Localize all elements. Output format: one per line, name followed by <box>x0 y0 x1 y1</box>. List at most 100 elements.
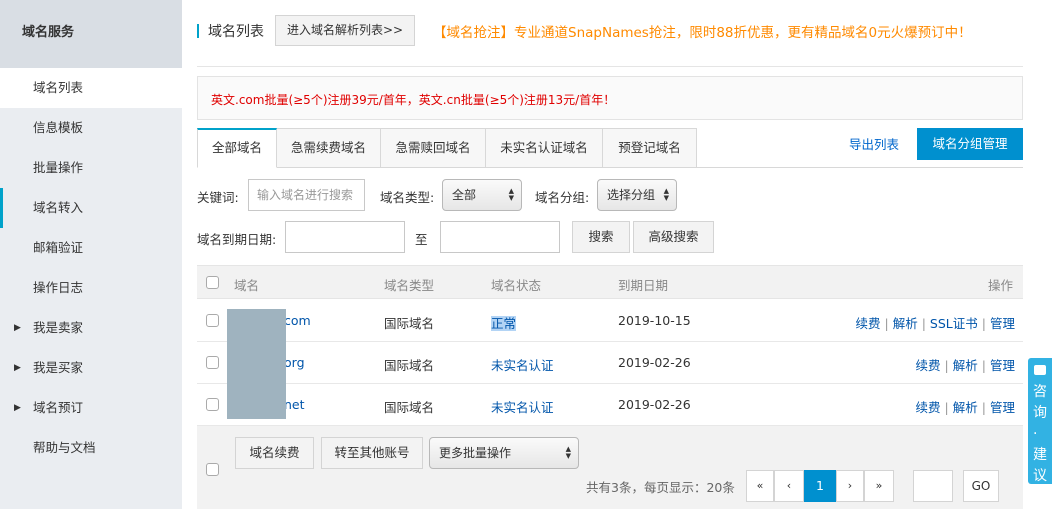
tab-unverified[interactable]: 未实名认证域名 <box>486 128 603 168</box>
table-row: net 国际域名 未实名认证 2019-02-26 续费 | 解析 | 管理 <box>197 384 1023 426</box>
pager-current[interactable]: 1 <box>804 470 836 502</box>
dns-list-button[interactable]: 进入域名解析列表>> <box>275 15 415 46</box>
row-action-link[interactable]: SSL证书 <box>930 316 978 331</box>
expand-arrow-icon: ▶ <box>14 403 21 413</box>
expire-date: 2019-02-26 <box>618 355 691 370</box>
row-checkbox[interactable] <box>206 398 219 411</box>
sidebar-item-label: 域名转入 <box>33 200 84 215</box>
sidebar-item-8[interactable]: ▶ 域名预订 <box>0 388 182 428</box>
row-action-link[interactable]: 续费 <box>855 316 880 331</box>
col-expire: 到期日期 <box>618 278 669 293</box>
more-batch-ops-value: 更多批量操作 <box>439 446 512 460</box>
batch-renew-button[interactable]: 域名续费 <box>235 437 314 469</box>
tab-all[interactable]: 全部域名 <box>197 128 277 168</box>
domain-status[interactable]: 未实名认证 <box>491 397 554 416</box>
page-go-button[interactable]: GO <box>963 470 999 502</box>
feedback-float-button[interactable]: 咨询 · 建议 <box>1028 358 1052 484</box>
table-row: com 国际域名 正常 2019-10-15 续费 | 解析 | SSL证书 | 管理 <box>197 300 1023 342</box>
more-batch-ops-select[interactable]: 更多批量操作 ▲ ▼ <box>429 437 579 469</box>
pager-first[interactable]: « <box>746 470 774 502</box>
domain-name-redaction <box>227 309 286 419</box>
sidebar-item-7[interactable]: ▶ 我是买家 <box>0 348 182 388</box>
row-action-link[interactable]: 续费 <box>916 358 941 373</box>
keyword-label: 关键词: <box>197 190 239 205</box>
group-select[interactable]: 选择分组 ▲ ▼ <box>597 179 677 211</box>
row-action-link[interactable]: 续费 <box>916 400 941 415</box>
sidebar-item-4[interactable]: 邮箱验证 <box>0 228 182 268</box>
pager-prev[interactable]: ‹ <box>774 470 804 502</box>
notice-text: 英文.com批量(≥5个)注册39元/首年，英文.cn批量(≥5个)注册13元/… <box>211 93 616 107</box>
sidebar-item-1[interactable]: 信息模板 <box>0 108 182 148</box>
tab-preregistered[interactable]: 预登记域名 <box>603 128 697 168</box>
row-action-link[interactable]: 解析 <box>893 316 918 331</box>
keyword-input[interactable]: 输入域名进行搜索 <box>248 179 365 211</box>
sidebar-item-5[interactable]: 操作日志 <box>0 268 182 308</box>
domain-name-link[interactable]: net <box>284 397 305 412</box>
domain-name-link[interactable]: org <box>284 355 305 370</box>
sidebar-item-9[interactable]: 帮助与文档 <box>0 428 182 468</box>
transfer-account-button[interactable]: 转至其他账号 <box>321 437 423 469</box>
export-list-link[interactable]: 导出列表 <box>849 134 899 153</box>
feedback-char: 询 <box>1033 405 1047 421</box>
domain-status[interactable]: 正常 <box>491 313 517 332</box>
feedback-char: 建 <box>1033 447 1047 463</box>
row-action-link[interactable]: 管理 <box>990 316 1015 331</box>
action-separator: | <box>981 358 986 373</box>
domain-name-link[interactable]: com <box>284 313 311 328</box>
type-select[interactable]: 全部 ▲ ▼ <box>442 179 522 211</box>
sidebar-hover-marker <box>0 188 3 228</box>
expire-start-input[interactable] <box>285 221 405 253</box>
domain-status-text: 正常 <box>491 316 517 331</box>
domain-status[interactable]: 未实名认证 <box>491 355 554 374</box>
sidebar-item-label: 邮箱验证 <box>33 240 84 255</box>
domain-type: 国际域名 <box>384 400 435 415</box>
sidebar-item-label: 我是买家 <box>33 360 84 375</box>
row-actions: 续费 | 解析 | SSL证书 | 管理 <box>855 313 1015 332</box>
row-checkbox[interactable] <box>206 314 219 327</box>
sidebar-item-label: 域名列表 <box>33 80 84 95</box>
footer-select-all-checkbox[interactable] <box>206 463 219 476</box>
row-action-link[interactable]: 解析 <box>953 400 978 415</box>
group-manage-button[interactable]: 域名分组管理 <box>917 128 1023 160</box>
feedback-char: 议 <box>1033 468 1047 484</box>
expire-date: 2019-02-26 <box>618 397 691 412</box>
tab-renew-needed[interactable]: 急需续费域名 <box>277 128 381 168</box>
table-footer: 域名续费 转至其他账号 更多批量操作 ▲ ▼ 共有3条，每页显示：20条 <box>197 426 1023 509</box>
select-all-checkbox[interactable] <box>206 276 219 289</box>
row-action-link[interactable]: 管理 <box>990 358 1015 373</box>
tab-redeem-needed[interactable]: 急需赎回域名 <box>381 128 486 168</box>
select-arrows-icon: ▲ ▼ <box>663 187 669 202</box>
sidebar-item-label: 信息模板 <box>33 120 84 135</box>
expire-end-input[interactable] <box>440 221 560 253</box>
action-separator: | <box>884 316 889 331</box>
sidebar-item-0[interactable]: 域名列表 <box>0 68 182 108</box>
pager-next[interactable]: › <box>836 470 864 502</box>
date-to-label: 至 <box>415 232 428 247</box>
main-content: 域名列表 进入域名解析列表>> 【域名抢注】专业通道SnapNames抢注，限时… <box>197 0 1023 509</box>
pager-last[interactable]: » <box>864 470 894 502</box>
sidebar-item-label: 帮助与文档 <box>33 440 96 455</box>
col-domain: 域名 <box>234 278 260 293</box>
row-checkbox[interactable] <box>206 356 219 369</box>
expand-arrow-icon: ▶ <box>14 323 21 333</box>
row-action-link[interactable]: 管理 <box>990 400 1015 415</box>
sidebar-item-6[interactable]: ▶ 我是卖家 <box>0 308 182 348</box>
sidebar-item-2[interactable]: 批量操作 <box>0 148 182 188</box>
sidebar-menu: 域名列表 信息模板 批量操作 域名转入 邮箱验证 操作日志 ▶ 我是卖家 ▶ 我是买家 ▶ 域名预订帮… <box>0 68 182 468</box>
divider <box>197 66 1023 67</box>
sidebar-item-label: 批量操作 <box>33 160 84 175</box>
advanced-search-button[interactable]: 高级搜索 <box>633 221 714 253</box>
sidebar: 域名服务 域名列表 信息模板 批量操作 域名转入 邮箱验证 操作日志 ▶ 我是卖家 ▶ 我是买家 ▶… <box>0 0 182 509</box>
expire-date-label: 域名到期日期: <box>197 232 277 247</box>
expire-date: 2019-10-15 <box>618 313 691 328</box>
col-status: 域名状态 <box>491 278 542 293</box>
row-action-link[interactable]: 解析 <box>953 358 978 373</box>
promo-banner[interactable]: 【域名抢注】专业通道SnapNames抢注，限时88折优惠，更有精品域名0元火爆… <box>433 21 972 41</box>
search-button[interactable]: 搜索 <box>572 221 630 253</box>
chat-icon <box>1034 365 1046 375</box>
sidebar-item-label: 域名预订 <box>33 400 84 415</box>
sidebar-item-3[interactable]: 域名转入 <box>0 188 182 228</box>
page-jump-input[interactable] <box>913 470 953 502</box>
type-select-value: 全部 <box>452 188 477 202</box>
select-arrows-icon: ▲ ▼ <box>508 187 514 202</box>
